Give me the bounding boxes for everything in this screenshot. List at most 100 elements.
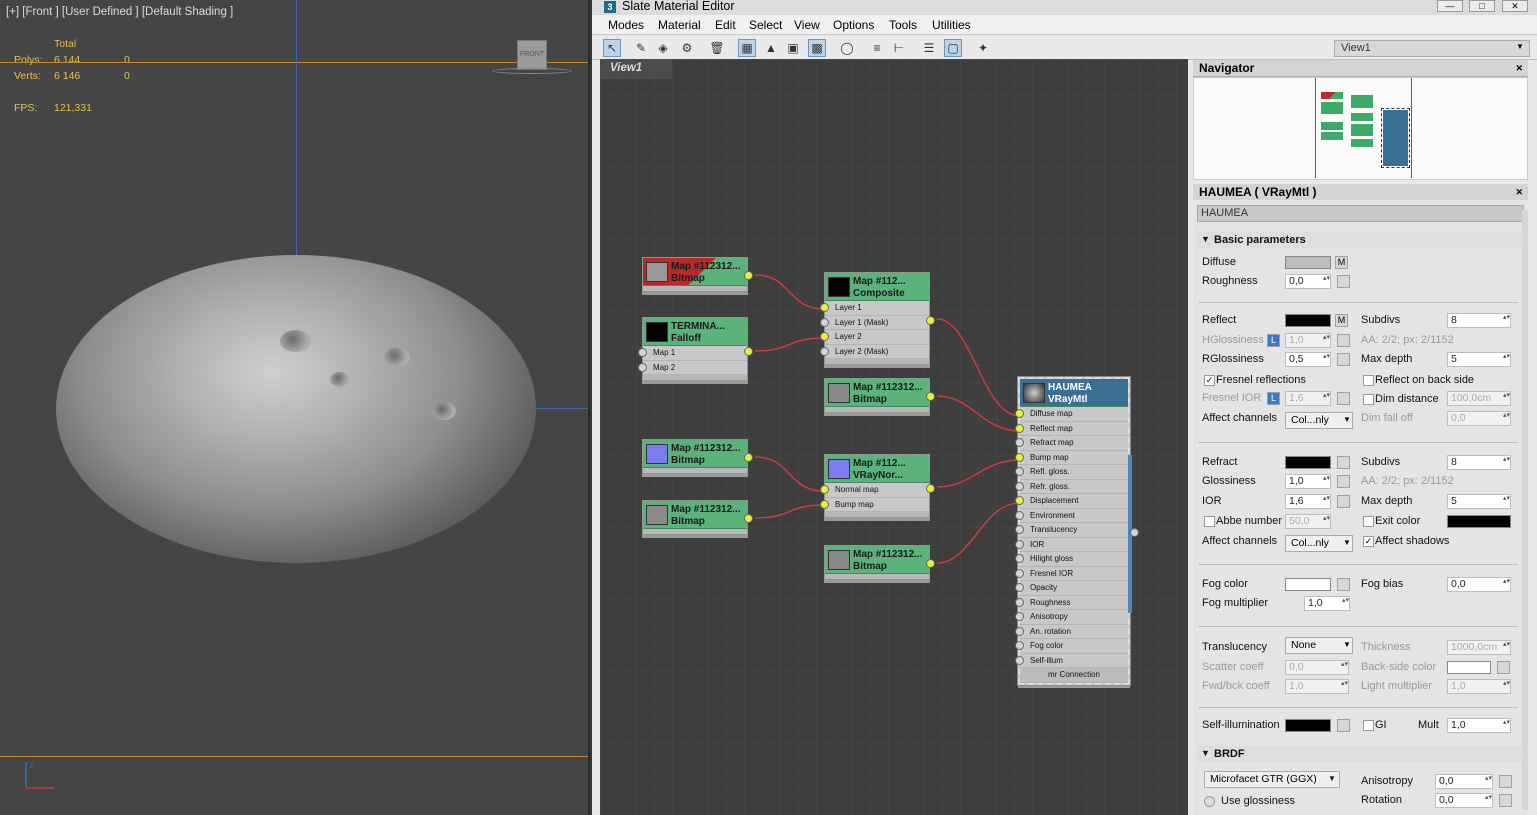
reflect-subdivs-spinner[interactable]: 8 bbox=[1447, 313, 1511, 328]
material-slot[interactable]: Fresnel IOR bbox=[1015, 567, 1128, 581]
backside-color-swatch[interactable] bbox=[1447, 661, 1491, 674]
glossiness-map-button[interactable] bbox=[1337, 475, 1350, 488]
refract-map-button[interactable] bbox=[1337, 456, 1350, 469]
ior-map-button[interactable] bbox=[1337, 495, 1350, 508]
input-socket[interactable] bbox=[638, 362, 647, 372]
anisotropy-spinner[interactable]: 0,0 bbox=[1435, 774, 1493, 789]
gi-checkbox[interactable] bbox=[1363, 720, 1374, 731]
chevron-down-icon[interactable]: ▼ bbox=[1343, 538, 1351, 547]
input-socket[interactable] bbox=[820, 317, 829, 327]
node-composite[interactable]: Map #112... Composite Layer 1 Layer 1 (M… bbox=[820, 272, 935, 365]
material-slot[interactable]: Environment bbox=[1015, 509, 1128, 523]
fwd-bck-coeff-spinner[interactable]: 1,0 bbox=[1285, 679, 1349, 694]
close-icon[interactable]: ✕ bbox=[1515, 184, 1523, 200]
input-socket[interactable] bbox=[1015, 409, 1024, 418]
node-bitmap-4[interactable]: Map #112312... Bitmap bbox=[642, 500, 753, 535]
output-socket[interactable] bbox=[744, 271, 753, 280]
material-name-field[interactable]: HAUMEA bbox=[1197, 205, 1524, 222]
material-slot[interactable]: Translucency bbox=[1015, 523, 1128, 538]
use-glossiness-radio[interactable] bbox=[1204, 796, 1215, 807]
material-output-socket[interactable] bbox=[1130, 528, 1139, 537]
input-socket[interactable] bbox=[1015, 423, 1024, 433]
material-slot[interactable]: Refr. gloss. bbox=[1015, 480, 1128, 494]
rollout-expand-icon[interactable]: ▼ bbox=[1201, 234, 1210, 244]
material-slot[interactable]: Roughness bbox=[1015, 596, 1128, 610]
chevron-down-icon[interactable]: ▼ bbox=[1343, 640, 1351, 649]
scatter-coeff-spinner[interactable]: 0,0 bbox=[1285, 660, 1349, 675]
moon-sphere-object[interactable] bbox=[56, 255, 536, 563]
fresnel-ior-map-button[interactable] bbox=[1337, 392, 1350, 405]
self-illumination-swatch[interactable] bbox=[1285, 719, 1331, 732]
input-socket[interactable] bbox=[1015, 438, 1024, 447]
input-socket[interactable] bbox=[1015, 496, 1024, 505]
input-socket[interactable] bbox=[1015, 510, 1024, 520]
minimize-button[interactable]: — bbox=[1437, 0, 1463, 12]
viewcube[interactable]: FRONT bbox=[517, 40, 547, 70]
rglossiness-spinner[interactable]: 0,5 bbox=[1285, 352, 1331, 367]
rotation-map-button[interactable] bbox=[1499, 794, 1512, 807]
fog-multiplier-spinner[interactable]: 1,0 bbox=[1304, 596, 1350, 611]
close-icon[interactable]: ✕ bbox=[1515, 60, 1523, 76]
refract-max-depth-spinner[interactable]: 5 bbox=[1447, 494, 1511, 509]
material-slot[interactable]: IOR bbox=[1015, 538, 1128, 552]
input-socket[interactable] bbox=[1015, 568, 1024, 578]
glossiness-spinner[interactable]: 1,0 bbox=[1285, 474, 1331, 489]
fog-color-map-button[interactable] bbox=[1337, 578, 1350, 591]
input-socket[interactable] bbox=[1015, 525, 1024, 534]
view-select-dropdown[interactable]: View1 bbox=[1334, 40, 1530, 57]
brdf-rollout[interactable] bbox=[1197, 746, 1521, 762]
input-socket[interactable] bbox=[1015, 612, 1024, 621]
refract-color-swatch[interactable] bbox=[1285, 456, 1331, 469]
chevron-down-icon[interactable]: ▼ bbox=[1516, 42, 1524, 51]
material-slot[interactable]: Anisotropy bbox=[1015, 610, 1128, 625]
fog-color-swatch[interactable] bbox=[1285, 578, 1331, 591]
node-bitmap-1[interactable]: Map #112312... Bitmap bbox=[642, 257, 753, 292]
material-slot[interactable]: Self-illum bbox=[1015, 654, 1128, 668]
fresnel-checkbox[interactable]: ✓ bbox=[1204, 375, 1215, 386]
roughness-map-button[interactable] bbox=[1337, 275, 1350, 288]
reflect-map-button[interactable]: M bbox=[1335, 314, 1348, 327]
material-slot[interactable]: Diffuse map bbox=[1015, 407, 1128, 422]
material-slot[interactable]: Reflect map bbox=[1015, 422, 1128, 436]
node-bitmap-2[interactable]: Map #112312... Bitmap bbox=[824, 378, 935, 413]
hglossiness-spinner[interactable]: 1,0 bbox=[1285, 333, 1331, 348]
close-button[interactable]: ✕ bbox=[1502, 0, 1528, 12]
abbe-spinner[interactable]: 50,0 bbox=[1285, 514, 1331, 529]
chevron-down-icon[interactable]: ▼ bbox=[1328, 774, 1336, 783]
material-slot[interactable]: Displacement bbox=[1015, 494, 1128, 509]
input-socket[interactable] bbox=[1015, 452, 1024, 462]
rglossiness-map-button[interactable] bbox=[1337, 353, 1350, 366]
exit-color-checkbox[interactable] bbox=[1363, 516, 1374, 527]
backside-map-button[interactable] bbox=[1497, 661, 1510, 674]
fresnel-ior-spinner[interactable]: 1,6 bbox=[1285, 391, 1331, 406]
brdf-type-dropdown[interactable]: Microfacet GTR (GGX) bbox=[1204, 771, 1340, 788]
output-socket[interactable] bbox=[926, 392, 935, 401]
material-slot[interactable]: Fog color bbox=[1015, 639, 1128, 654]
reflect-max-depth-spinner[interactable]: 5 bbox=[1447, 352, 1511, 367]
node-falloff[interactable]: TERMINA... Falloff Map 1 Map 2 bbox=[638, 317, 753, 381]
self-illumination-map-button[interactable] bbox=[1337, 719, 1350, 732]
input-socket[interactable] bbox=[820, 346, 829, 356]
roughness-spinner[interactable]: 0,0 bbox=[1285, 274, 1331, 289]
input-socket[interactable] bbox=[1015, 481, 1024, 491]
anisotropy-map-button[interactable] bbox=[1499, 775, 1512, 788]
material-slot[interactable]: Hilight gloss bbox=[1015, 552, 1128, 567]
output-socket[interactable] bbox=[744, 453, 753, 462]
material-slot[interactable]: Refract map bbox=[1015, 436, 1128, 451]
dim-distance-spinner[interactable]: 100,0cm bbox=[1447, 391, 1511, 406]
output-socket[interactable] bbox=[744, 514, 753, 523]
fresnel-ior-lock-button[interactable]: L bbox=[1267, 392, 1280, 405]
input-socket[interactable] bbox=[1015, 626, 1024, 636]
viewport-label[interactable]: [+] [Front ] [User Defined ] [Default Sh… bbox=[6, 6, 233, 18]
material-slot[interactable]: Opacity bbox=[1015, 581, 1128, 596]
rotation-spinner[interactable]: 0,0 bbox=[1435, 793, 1493, 808]
node-vraynormalmap[interactable]: Map #112... VRayNor... Normal map Bump m… bbox=[820, 454, 935, 518]
node-haumea-vraymtl[interactable]: HAUMEA VRayMtl Diffuse map Reflect map Ref… bbox=[1015, 376, 1131, 686]
material-slot[interactable]: Bump map bbox=[1015, 451, 1128, 465]
reflect-back-checkbox[interactable] bbox=[1363, 375, 1374, 386]
hglossiness-lock-button[interactable]: L bbox=[1267, 334, 1280, 347]
input-socket[interactable] bbox=[1015, 539, 1024, 549]
input-socket[interactable] bbox=[1015, 554, 1024, 563]
mult-spinner[interactable]: 1,0 bbox=[1447, 718, 1511, 733]
node-bitmap-3[interactable]: Map #112312... Bitmap bbox=[642, 439, 753, 474]
